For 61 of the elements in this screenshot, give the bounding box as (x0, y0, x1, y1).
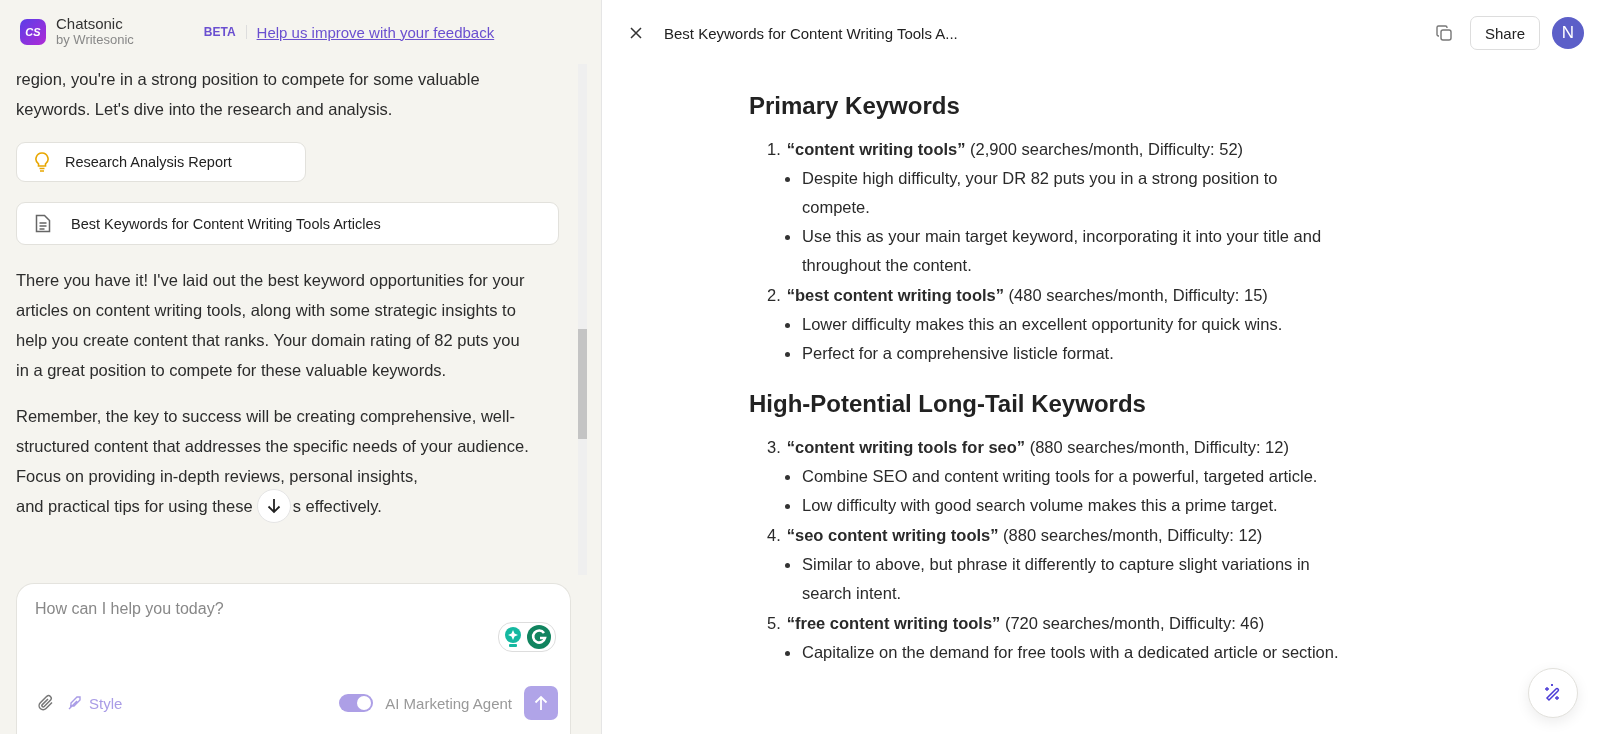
list-number: 4. (767, 525, 781, 546)
share-button[interactable]: Share (1469, 16, 1540, 50)
app-logo: CS (20, 19, 46, 45)
arrow-up-icon (534, 695, 548, 711)
scroll-down-button[interactable] (256, 489, 291, 523)
brand-byline: by Writesonic (56, 32, 134, 48)
message-composer[interactable]: How can I help you today? Style AI Marketing Agent (16, 583, 571, 734)
bullet-text: Low difficulty with good search volume makes this a prime target. (802, 495, 1278, 516)
bullet-icon (785, 475, 790, 480)
artifact-card[interactable]: Best Keywords for Content Writing Tools Articles (16, 202, 559, 245)
list-number: 3. (767, 437, 781, 458)
keyword-line: “content writing tools” (2,900 searches/month, Difficulty: 52) (786, 139, 1244, 160)
bullet-icon (785, 235, 790, 240)
close-icon[interactable] (630, 27, 642, 39)
bullet-text: Use this as your main target keyword, incorporating it into your title and throughout the content. (802, 226, 1323, 276)
list-number: 1. (767, 139, 781, 160)
message-text: There you have it! I've laid out the best keyword opportunities for your articles on content writing tools, along with some strategic insights to help you create content that ranks. Your domain rating of 82 puts you in a great position to compete for these valuable keywords. (16, 270, 526, 381)
section-heading: Primary Keywords (749, 92, 961, 120)
copy-icon[interactable] (1435, 25, 1452, 41)
scrollbar[interactable] (578, 64, 587, 575)
keyword-line: “free content writing tools” (720 searches/month, Difficulty: 46) (786, 613, 1265, 634)
bullet-text: Combine SEO and content writing tools for a powerful, targeted article. (802, 466, 1318, 487)
bullet-icon (785, 177, 790, 182)
brand-name: Chatsonic (56, 16, 124, 32)
letter-g-icon[interactable] (527, 625, 551, 649)
arrow-down-icon (266, 498, 281, 514)
bullet-text: Perfect for a comprehensive listicle format. (802, 343, 1114, 364)
bullet-icon (785, 323, 790, 328)
message-input[interactable]: How can I help you today? (17, 584, 570, 686)
artifact-card[interactable]: Research Analysis Report (16, 142, 306, 182)
keyword-line: “content writing tools for seo” (880 searches/month, Difficulty: 12) (786, 437, 1289, 458)
document-icon (35, 214, 51, 233)
user-avatar[interactable]: N (1552, 17, 1584, 49)
beta-label: BETA (203, 25, 236, 39)
magic-wand-button[interactable] (1528, 668, 1578, 718)
bullet-text: Despite high difficulty, your DR 82 puts you in a strong position to compete. (802, 168, 1279, 218)
agent-toggle[interactable] (339, 694, 374, 712)
toggle-label: AI Marketing Agent (385, 694, 512, 712)
feather-icon (67, 695, 83, 711)
bullet-text: Lower difficulty makes this an excellent opportunity for quick wins. (802, 314, 1283, 335)
list-number: 2. (767, 285, 781, 306)
lightbulb-icon[interactable] (503, 626, 523, 648)
keyword-line: “best content writing tools” (480 searches/month, Difficulty: 15) (786, 285, 1268, 306)
message-text: region, you're in a strong position to compete for some valuable keywords. Let's dive into the research and analysis. (16, 69, 481, 120)
feedback-link[interactable]: Help us improve with your feedback (256, 23, 495, 41)
attach-icon[interactable] (37, 694, 55, 712)
bullet-icon (785, 563, 790, 568)
bullet-icon (785, 352, 790, 357)
bullet-text: Capitalize on the demand for free tools with a dedicated article or section. (802, 642, 1339, 663)
list-number: 5. (767, 613, 781, 634)
keyword-line: “seo content writing tools” (880 searches/month, Difficulty: 12) (786, 525, 1263, 546)
bullet-icon (785, 651, 790, 656)
document-title: Best Keywords for Content Writing Tools A... (664, 24, 958, 42)
bullet-icon (785, 504, 790, 509)
message-text: s effectively. (292, 496, 382, 516)
bullet-text: Similar to above, but phrase it differently to capture slight variations in search intent. (802, 554, 1311, 604)
section-heading: High-Potential Long-Tail Keywords (749, 390, 1147, 418)
grammar-widget[interactable] (498, 622, 556, 652)
send-button[interactable] (524, 686, 558, 720)
lightbulb-icon (35, 152, 49, 172)
message-text: and practical tips for using these (16, 496, 253, 516)
